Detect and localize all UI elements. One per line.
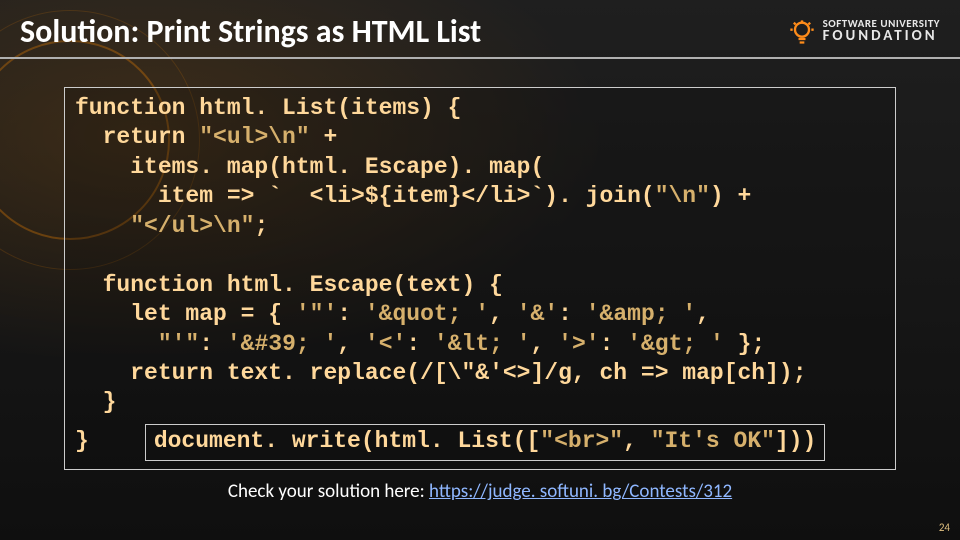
code-block: function html. List(items) { return "<ul… [64, 87, 896, 470]
org-logo: SOFTWARE UNIVERSITY FOUNDATION [787, 17, 940, 47]
code-text: , [489, 301, 517, 327]
code-text: ])) [775, 428, 816, 454]
footer-note: Check your solution here: https://judge.… [0, 480, 960, 503]
code-text: , [696, 301, 710, 327]
code-string: '&lt; ' [434, 331, 531, 357]
code-text: let map = { [75, 301, 296, 327]
slide-header: Solution: Print Strings as HTML List SOF… [0, 0, 960, 59]
code-text: document. write(html. List([ [154, 428, 540, 454]
code-text: html. List(items) { [185, 95, 461, 121]
code-text: + [310, 124, 338, 150]
code-keyword: function [75, 95, 185, 121]
code-text: } [75, 428, 89, 454]
code-string: "<br>" [540, 428, 623, 454]
code-text: items. map(html. Escape). map( [75, 154, 544, 180]
page-number: 24 [939, 521, 950, 534]
slide-title: Solution: Print Strings as HTML List [20, 12, 481, 51]
footer-text: Check your solution here: [228, 480, 429, 503]
code-text: , [337, 331, 365, 357]
code-text: html. Escape(text) { [213, 272, 503, 298]
code-string: "\n" [655, 183, 710, 209]
code-text: ) + [710, 183, 751, 209]
code-string: "</ul>\n" [130, 213, 254, 239]
code-string: '&' [517, 301, 558, 327]
code-string: '&gt; ' [627, 331, 724, 357]
code-keyword: return [75, 124, 199, 150]
code-text: : [558, 301, 586, 327]
code-string: "It's OK" [651, 428, 775, 454]
code-string: "<ul>\n" [199, 124, 309, 150]
code-string: '"' [296, 301, 337, 327]
code-inner-box: document. write(html. List(["<br>", "It'… [145, 424, 826, 461]
code-text [75, 213, 130, 239]
code-text: : [199, 331, 227, 357]
code-text: : [337, 301, 365, 327]
code-string: '&amp; ' [586, 301, 696, 327]
code-string: "'" [158, 331, 199, 357]
code-keyword: function [75, 272, 213, 298]
code-text: } [75, 389, 116, 415]
code-string: '<' [365, 331, 406, 357]
code-string: '>' [558, 331, 599, 357]
code-text [75, 331, 158, 357]
lightbulb-icon [787, 17, 817, 47]
code-text: item => ` <li>${item}</li>`). join( [75, 183, 655, 209]
code-string: '&quot; ' [365, 301, 489, 327]
logo-text: SOFTWARE UNIVERSITY FOUNDATION [823, 18, 940, 45]
code-text: }; [724, 331, 765, 357]
code-text: , [531, 331, 559, 357]
code-string: '&#39; ' [227, 331, 337, 357]
logo-line-2: FOUNDATION [823, 29, 940, 45]
code-text: ; [254, 213, 268, 239]
code-text: : [406, 331, 434, 357]
code-text: , [623, 428, 651, 454]
footer-link[interactable]: https://judge. softuni. bg/Contests/312 [429, 480, 732, 503]
code-text: : [600, 331, 628, 357]
code-text: return text. replace(/[\"&'<>]/g, ch => … [75, 360, 807, 386]
